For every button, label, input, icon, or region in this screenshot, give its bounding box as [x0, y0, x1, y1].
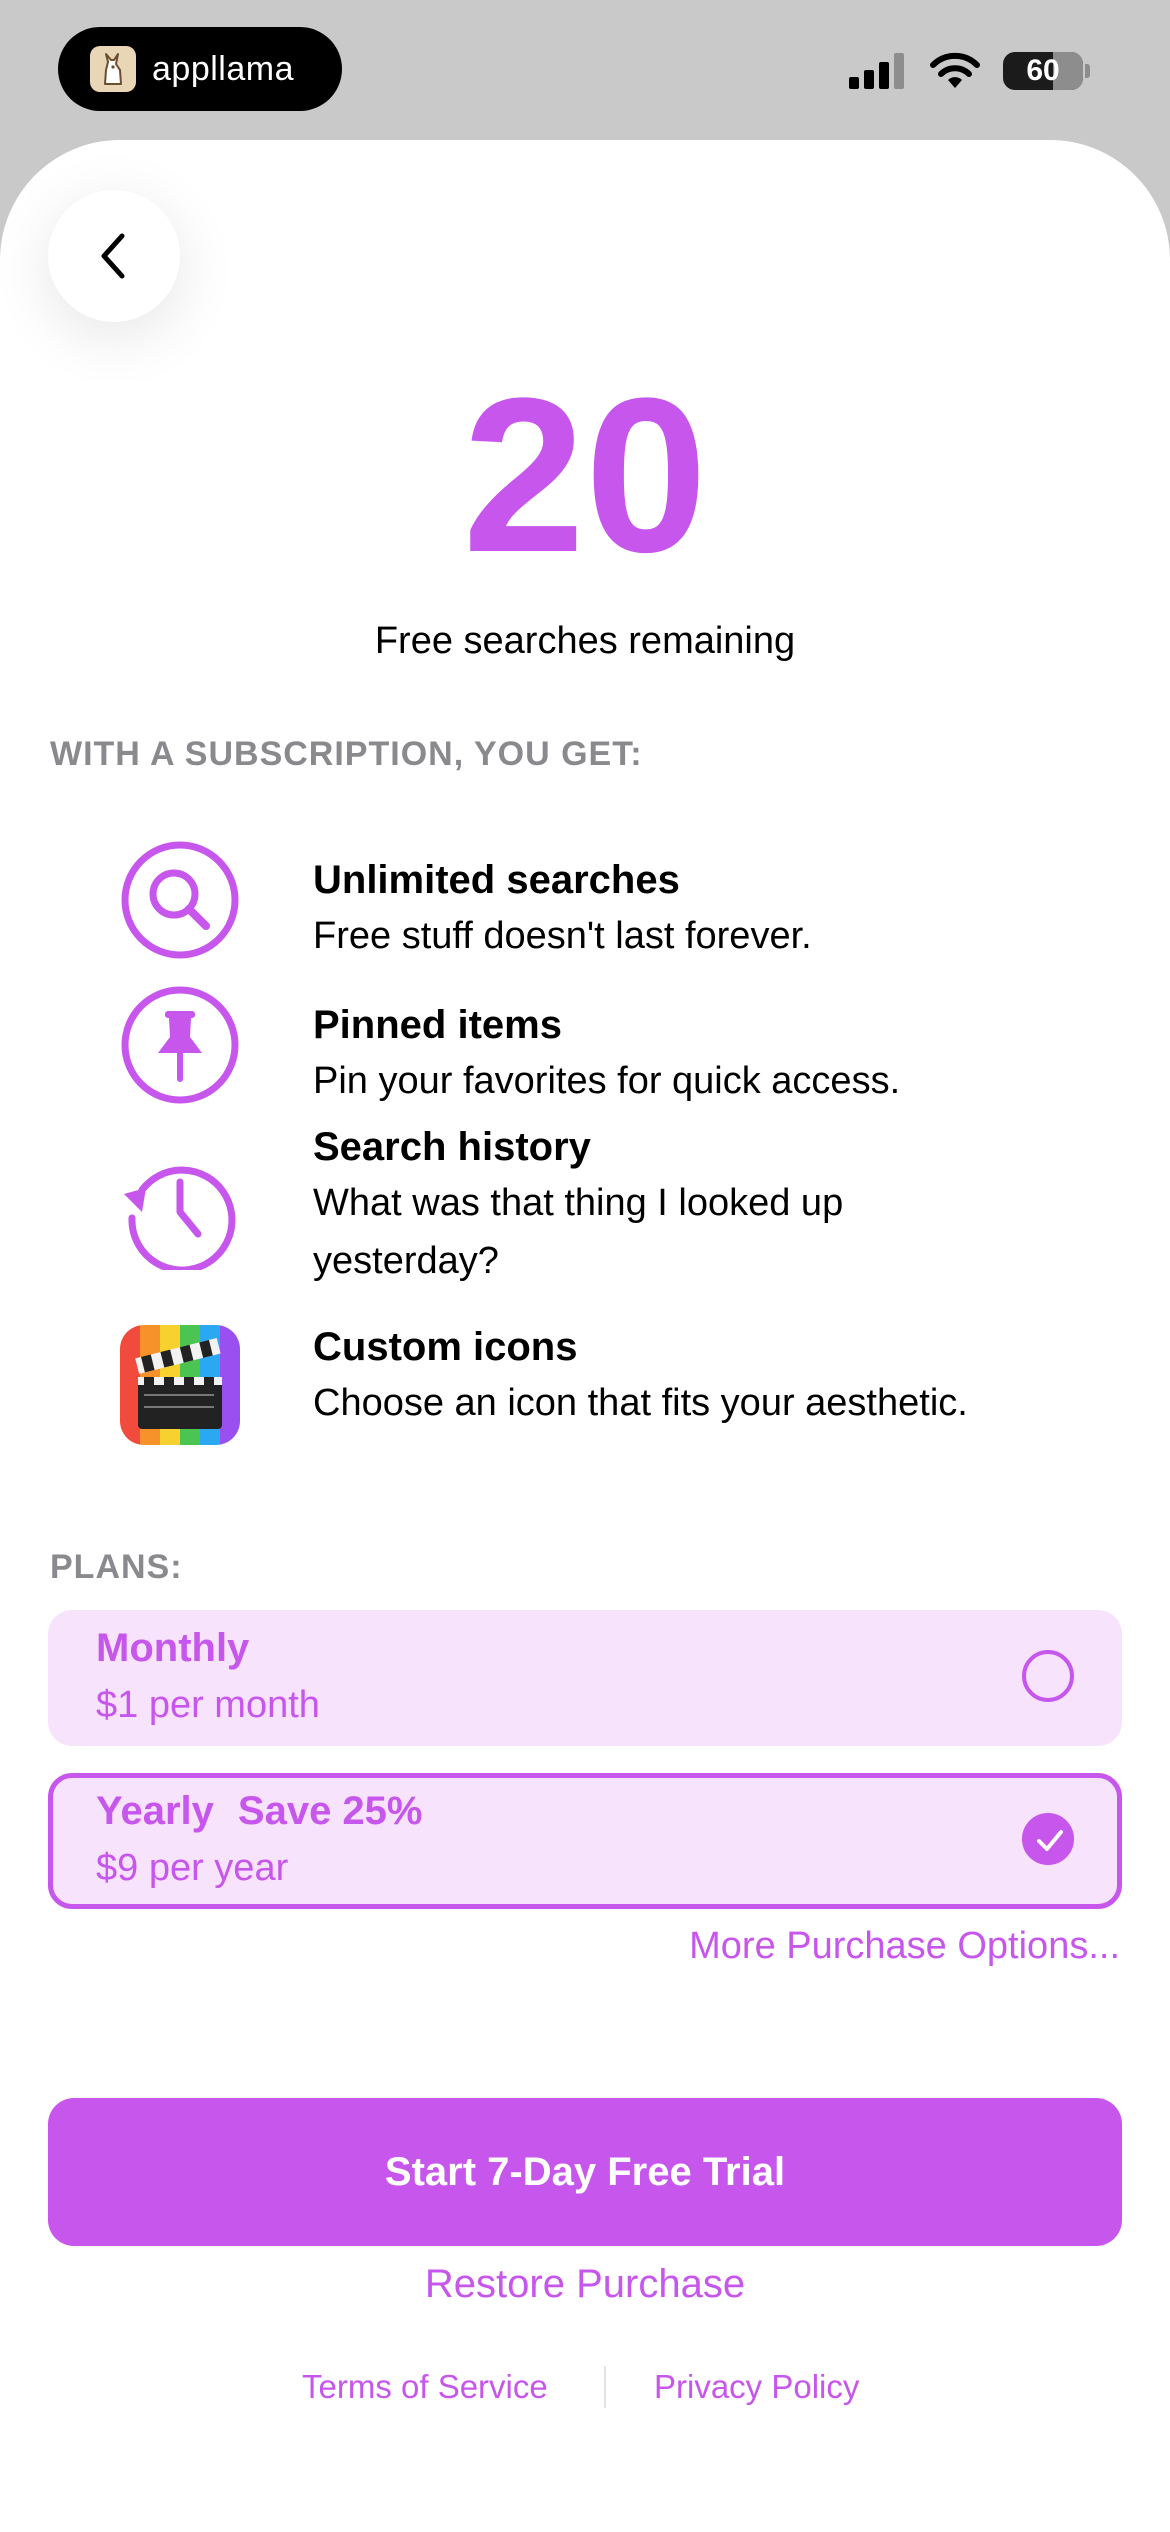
free-searches-count: 20 — [462, 352, 708, 598]
custom-app-icon — [120, 1325, 240, 1445]
plan-price: $1 per month — [96, 1684, 320, 1726]
start-free-trial-button[interactable]: Start 7-Day Free Trial — [48, 2098, 1122, 2246]
privacy-policy-link[interactable]: Privacy Policy — [654, 2368, 859, 2406]
cellular-signal-icon — [849, 53, 904, 89]
feature-description: Choose an icon that fits your aesthetic. — [313, 1382, 968, 1424]
battery-level: 60 — [1026, 54, 1060, 87]
plan-name: Yearly — [96, 1789, 214, 1833]
feature-title: Custom icons — [313, 1325, 578, 1369]
chevron-left-icon — [101, 233, 125, 279]
free-searches-caption: Free searches remaining — [374, 620, 796, 662]
benefits-header: WITH A SUBSCRIPTION, YOU GET: — [50, 735, 643, 773]
plan-radio-selected[interactable] — [1022, 1813, 1074, 1865]
plan-price: $9 per year — [96, 1847, 289, 1889]
feature-title: Unlimited searches — [313, 858, 680, 902]
feature-description: What was that thing I looked up yesterda… — [313, 1182, 844, 1282]
back-button[interactable] — [48, 190, 180, 322]
feature-title: Search history — [313, 1125, 591, 1169]
links-divider — [604, 2366, 606, 2408]
checkmark-icon — [1037, 1830, 1063, 1851]
brand-pill[interactable]: appllama — [58, 27, 342, 111]
pin-icon — [121, 986, 239, 1104]
brand-name: appllama — [152, 49, 294, 88]
legal-links: Terms of Service Privacy Policy — [0, 2366, 1170, 2416]
plans-header: PLANS: — [50, 1548, 183, 1586]
terms-of-service-link[interactable]: Terms of Service — [302, 2368, 548, 2406]
search-icon — [121, 841, 239, 959]
plan-save-badge: Save 25% — [237, 1789, 423, 1833]
llama-logo-icon — [90, 46, 136, 92]
plan-radio-unselected[interactable] — [1022, 1650, 1074, 1702]
battery-icon: 60 — [1003, 52, 1083, 90]
more-purchase-options-link[interactable]: More Purchase Options... — [689, 1925, 1120, 1968]
paywall-sheet: 20 Free searches remaining WITH A SUBSCR… — [0, 140, 1170, 2532]
history-icon — [124, 1166, 236, 1270]
status-bar: appllama 60 — [0, 0, 1170, 140]
plan-monthly[interactable]: Monthly $1 per month — [48, 1610, 1122, 1746]
feature-title: Pinned items — [313, 1003, 562, 1047]
plan-yearly[interactable]: Yearly Save 25% $9 per year — [48, 1773, 1122, 1909]
wifi-icon — [930, 52, 980, 88]
restore-purchase-link[interactable]: Restore Purchase — [0, 2262, 1170, 2307]
plan-name: Monthly — [96, 1626, 250, 1670]
feature-description: Pin your favorites for quick access. — [313, 1060, 901, 1102]
feature-description: Free stuff doesn't last forever. — [313, 915, 812, 957]
